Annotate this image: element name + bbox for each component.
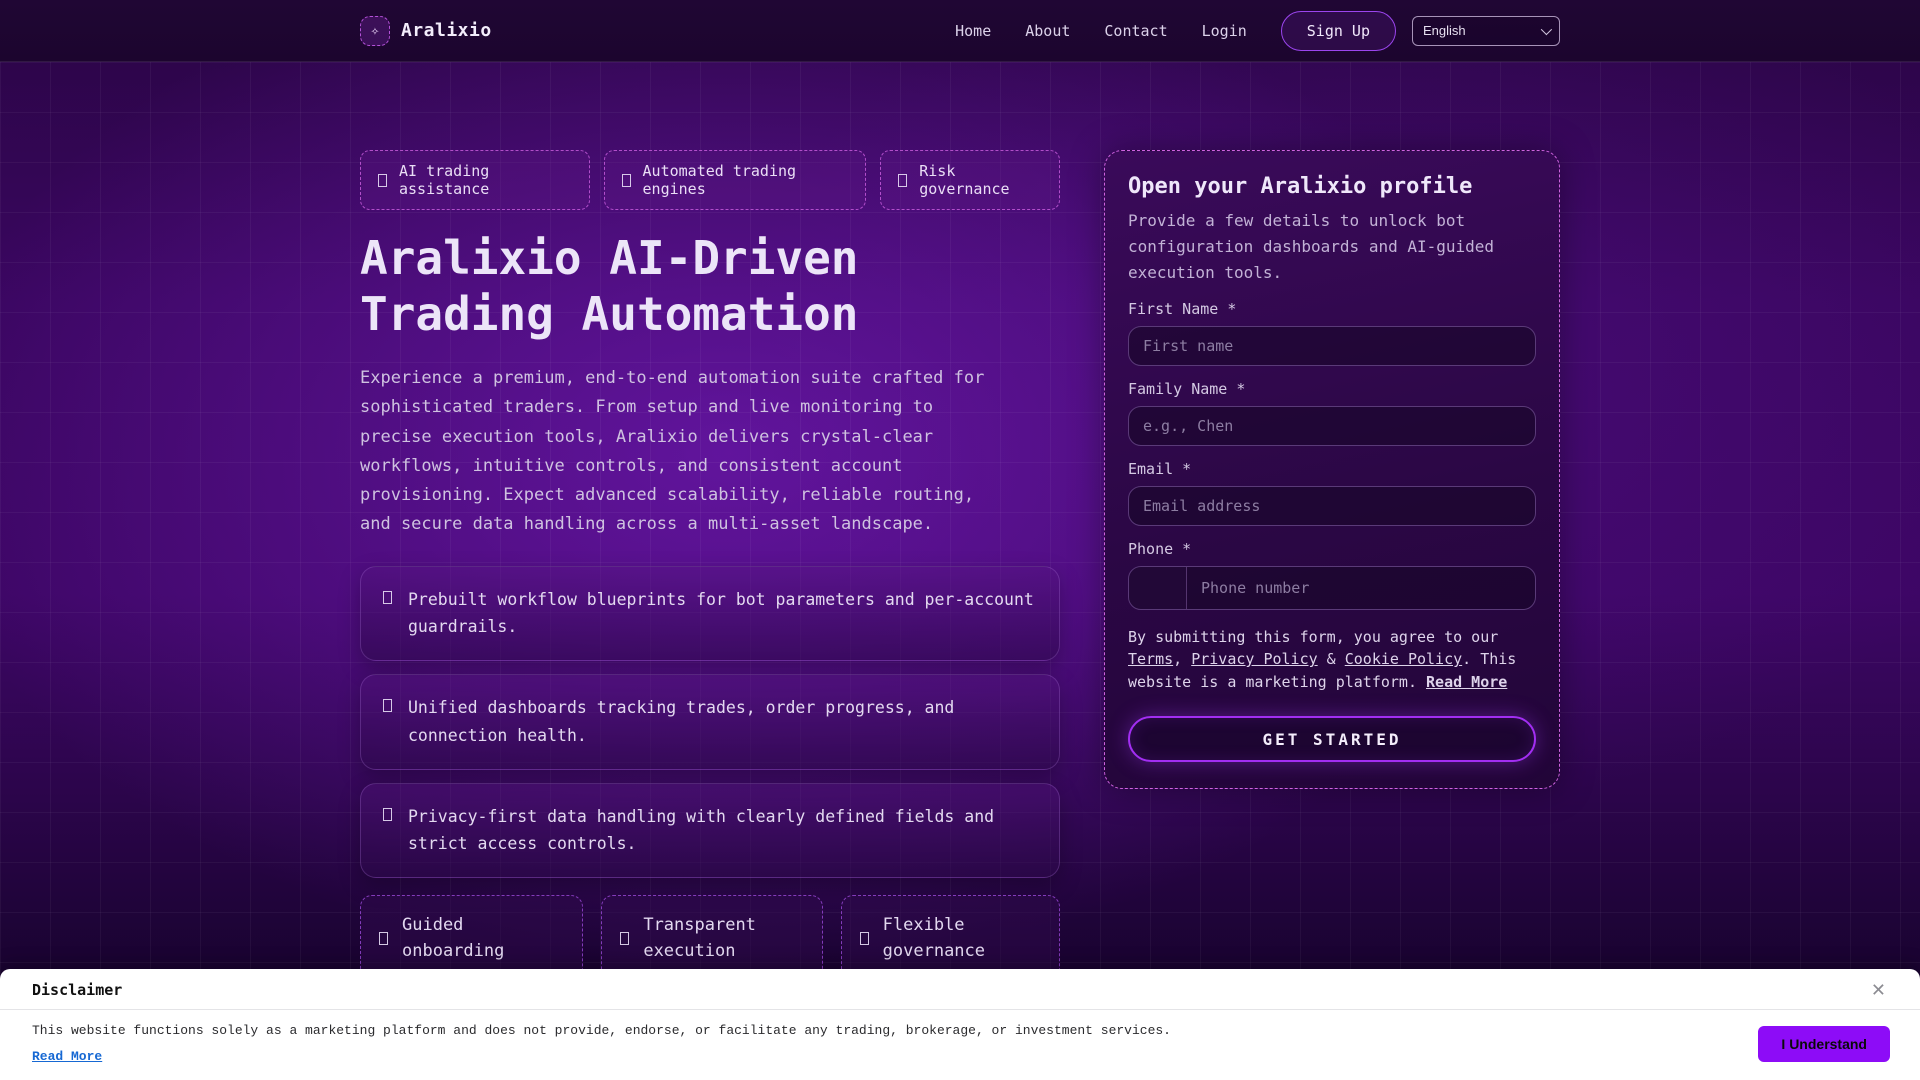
chip-icon xyxy=(379,931,388,945)
sparkle-icon: ✧ xyxy=(360,15,390,46)
chip-label: Guided onboarding xyxy=(402,914,505,962)
cookie-policy-link[interactable]: Cookie Policy xyxy=(1345,650,1462,668)
badge-icon xyxy=(621,173,631,187)
page: ✧ Aralixio Home About Contact Login Sign… xyxy=(0,0,1920,1080)
badge-risk-governance: Risk governance xyxy=(880,150,1060,210)
i-understand-button[interactable]: I Understand xyxy=(1758,1025,1890,1062)
phone-field[interactable] xyxy=(1187,566,1535,609)
title-line-1: Aralixio AI-Driven xyxy=(360,231,859,285)
first-name-label: First Name * xyxy=(1128,299,1237,318)
hero-badges: AI trading assistance Automated trading … xyxy=(360,150,1060,210)
terms-part: By submitting this form, you agree to ou… xyxy=(1128,627,1499,646)
email-field[interactable] xyxy=(1128,485,1536,526)
close-icon[interactable]: ✕ xyxy=(1871,981,1886,999)
privacy-policy-link[interactable]: Privacy Policy xyxy=(1191,650,1317,668)
phone-group: Phone * xyxy=(1128,540,1536,610)
chevron-down-icon xyxy=(1540,23,1553,35)
disclaimer-body: This website functions solely as a marke… xyxy=(0,1010,1920,1080)
feature-text: Unified dashboards tracking trades, orde… xyxy=(408,698,955,745)
hero-description: Experience a premium, end-to-end automat… xyxy=(360,368,985,535)
disclaimer-bar: Disclaimer ✕ This website functions sole… xyxy=(0,969,1920,1080)
signup-form-section: Open your Aralixio profile Provide a few… xyxy=(1104,150,1560,982)
terms-text: By submitting this form, you agree to ou… xyxy=(1128,626,1536,694)
nav-link-about[interactable]: About xyxy=(1025,22,1070,40)
terms-part: , xyxy=(1173,650,1192,669)
nav-link-login[interactable]: Login xyxy=(1202,22,1247,40)
brand-name: Aralixio xyxy=(401,20,492,41)
first-name-field[interactable] xyxy=(1128,325,1536,366)
chip-label: Transparent execution xyxy=(643,914,756,962)
phone-input-wrap xyxy=(1128,565,1536,610)
brand-logo[interactable]: ✧ Aralixio xyxy=(360,15,492,46)
feature-icon xyxy=(383,807,392,821)
terms-read-more-link[interactable]: Read More xyxy=(1426,673,1507,691)
disclaimer-header: Disclaimer ✕ xyxy=(0,969,1920,1010)
signup-form-card: Open your Aralixio profile Provide a few… xyxy=(1104,150,1560,790)
family-name-field[interactable] xyxy=(1128,405,1536,446)
badge-icon xyxy=(898,173,908,187)
header: ✧ Aralixio Home About Contact Login Sign… xyxy=(0,0,1920,62)
disclaimer-text-block: This website functions solely as a marke… xyxy=(32,1023,1171,1064)
title-line-2: Trading Automation xyxy=(360,287,859,342)
feature-card-dashboards: Unified dashboards tracking trades, orde… xyxy=(360,674,1060,770)
chip-icon xyxy=(859,931,869,945)
feature-icon xyxy=(383,699,392,713)
nav-link-home[interactable]: Home xyxy=(955,22,991,40)
feature-text: Privacy-first data handling with clearly… xyxy=(408,806,995,854)
feature-card-privacy: Privacy-first data handling with clearly… xyxy=(360,782,1060,878)
family-name-group: Family Name * xyxy=(1128,380,1536,446)
disclaimer-text: This website functions solely as a marke… xyxy=(32,1023,1171,1038)
terms-link[interactable]: Terms xyxy=(1128,650,1173,668)
badge-automated-trading-engines: Automated trading engines xyxy=(603,150,867,210)
form-title: Open your Aralixio profile xyxy=(1128,174,1473,199)
country-code-select[interactable] xyxy=(1129,566,1187,609)
nav-link-contact[interactable]: Contact xyxy=(1104,22,1167,40)
feature-icon xyxy=(383,590,392,604)
badge-icon xyxy=(378,173,387,187)
badge-ai-trading-assistance: AI trading assistance xyxy=(360,150,590,210)
first-name-group: First Name * xyxy=(1128,300,1536,366)
signup-button[interactable]: Sign Up xyxy=(1280,10,1396,51)
email-label: Email * xyxy=(1128,459,1192,478)
page-title: Aralixio AI-Driven Trading Automation xyxy=(360,230,1060,342)
disclaimer-read-more-link[interactable]: Read More xyxy=(32,1049,102,1064)
badge-label: Automated trading engines xyxy=(642,162,797,198)
main-nav: Home About Contact Login xyxy=(955,22,1247,40)
disclaimer-title: Disclaimer xyxy=(32,981,123,999)
family-name-label: Family Name * xyxy=(1128,379,1246,398)
language-selected-value: English xyxy=(1423,23,1466,38)
feature-card-blueprints: Prebuilt workflow blueprints for bot par… xyxy=(360,565,1060,662)
language-select[interactable]: English xyxy=(1412,15,1560,46)
feature-list: Prebuilt workflow blueprints for bot par… xyxy=(360,565,1060,878)
form-subtitle: Provide a few details to unlock bot conf… xyxy=(1128,211,1495,282)
chip-icon xyxy=(620,931,630,945)
badge-label: Risk governance xyxy=(919,162,1010,198)
badge-label: AI trading assistance xyxy=(399,162,490,198)
email-group: Email * xyxy=(1128,460,1536,526)
chip-label: Flexible governance xyxy=(882,914,986,962)
hero-section: AI trading assistance Automated trading … xyxy=(360,150,1060,982)
terms-part: & xyxy=(1317,650,1345,669)
get-started-button[interactable]: GET STARTED xyxy=(1128,716,1536,763)
feature-text: Prebuilt workflow blueprints for bot par… xyxy=(408,589,1034,637)
main-content: AI trading assistance Automated trading … xyxy=(360,62,1560,982)
phone-label: Phone * xyxy=(1128,539,1192,558)
